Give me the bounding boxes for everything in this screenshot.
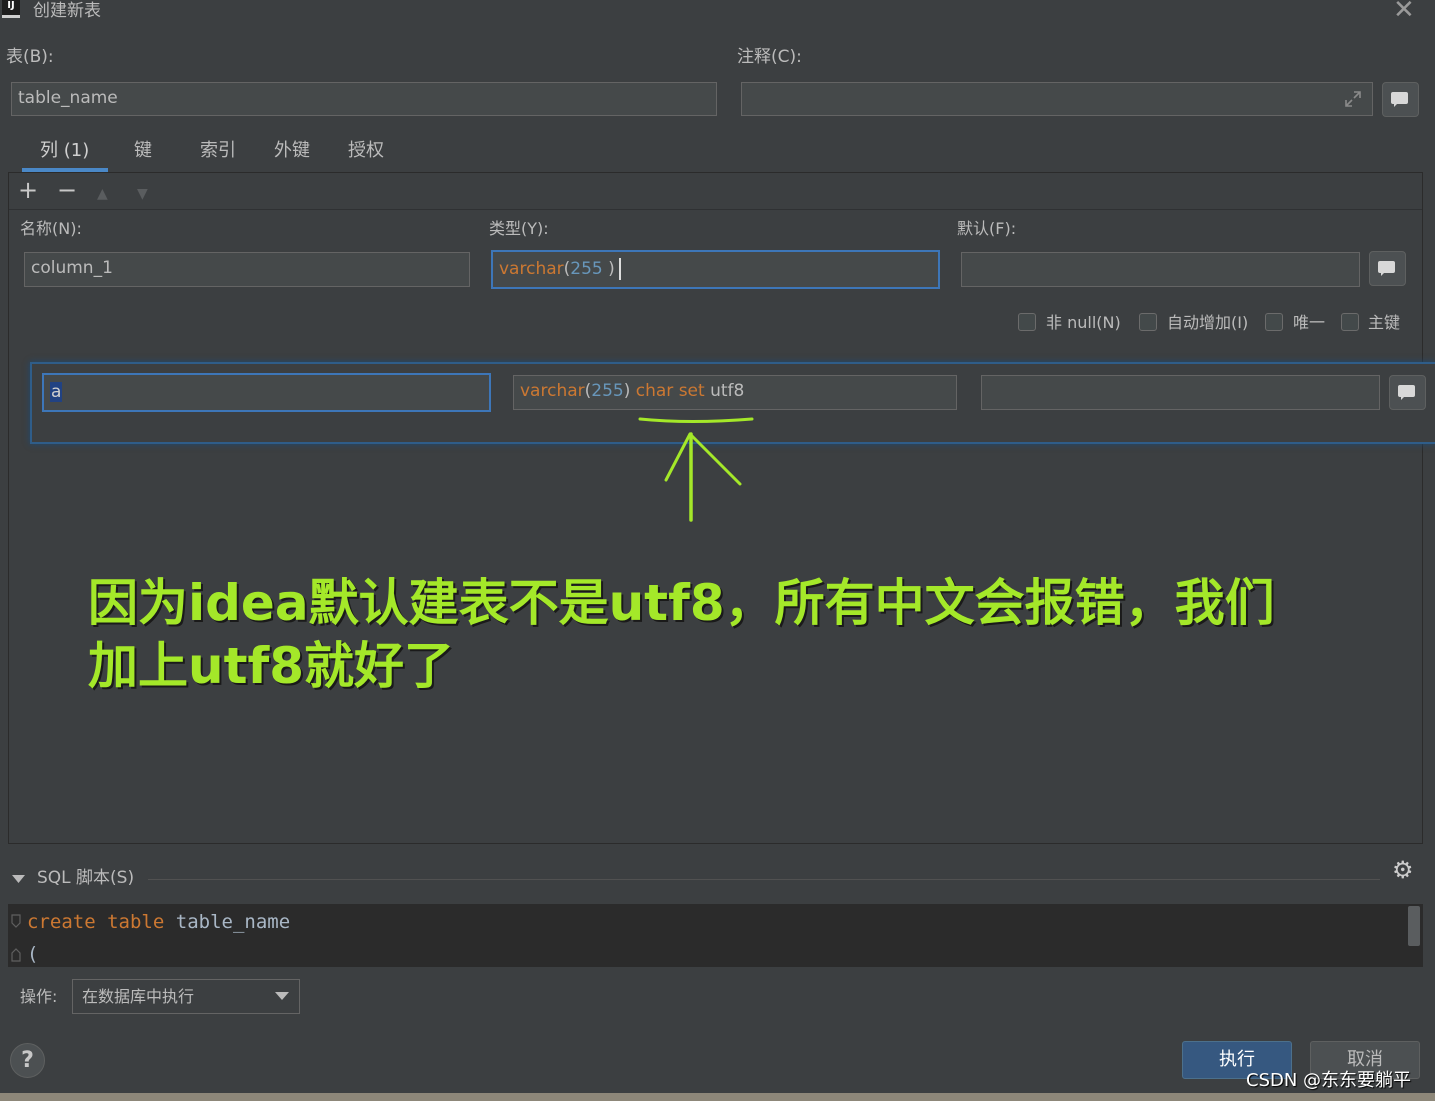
not-null-label: 非 null(N) xyxy=(1046,313,1121,332)
unique-checkbox[interactable] xyxy=(1265,313,1283,331)
intellij-app-icon: IJ xyxy=(2,0,20,18)
annotation-line-2: 加上utf8就好了 xyxy=(88,637,455,695)
collapse-triangle-icon[interactable] xyxy=(12,874,26,884)
text-cursor xyxy=(618,258,621,280)
type-keyword: varchar xyxy=(499,259,564,279)
unique-label: 唯一 xyxy=(1293,313,1326,332)
type-paren-close: ) xyxy=(602,259,615,279)
column-default-label: 默认(F): xyxy=(957,219,1017,238)
column-type-input[interactable]: varchar(255 ) xyxy=(491,250,940,289)
edit-type-length: 255 xyxy=(591,381,624,401)
edit-type-charset-value: utf8 xyxy=(704,381,745,401)
add-icon[interactable]: + xyxy=(18,178,38,202)
edit-row-bubble-button[interactable] xyxy=(1389,375,1426,410)
close-icon[interactable]: ✕ xyxy=(1393,0,1415,24)
fold-marker-icon[interactable] xyxy=(10,913,22,965)
sql-line-1: create table table_name xyxy=(27,911,291,933)
chevron-down-icon[interactable] xyxy=(275,992,289,1000)
help-button[interactable]: ? xyxy=(10,1043,45,1078)
primary-key-label: 主键 xyxy=(1368,313,1401,332)
title-bar xyxy=(0,0,1435,26)
annotation-line-1: 因为idea默认建表不是utf8，所有中文会报错，我们 xyxy=(88,574,1275,632)
tab-grants[interactable]: 授权 xyxy=(348,139,384,163)
edit-row-name-input[interactable]: a xyxy=(42,373,491,412)
type-length: 255 xyxy=(570,259,603,279)
tab-foreign-keys[interactable]: 外键 xyxy=(274,139,310,163)
operation-label: 操作: xyxy=(20,987,58,1006)
expand-icon[interactable] xyxy=(1344,90,1362,108)
tab-keys[interactable]: 键 xyxy=(134,139,152,163)
operation-select[interactable]: 在数据库中执行 xyxy=(72,979,300,1014)
edit-type-charset: char set xyxy=(630,381,705,401)
tab-indexes[interactable]: 索引 xyxy=(200,139,236,163)
column-type-label: 类型(Y): xyxy=(489,219,549,238)
selected-text: a xyxy=(50,382,63,402)
comment-bubble-button[interactable] xyxy=(1382,82,1419,117)
gear-icon[interactable]: ⚙ xyxy=(1392,857,1418,883)
comment-input[interactable] xyxy=(741,82,1373,116)
comment-label: 注释(C): xyxy=(737,47,802,67)
remove-icon[interactable]: − xyxy=(57,178,77,202)
annotation-text: 因为idea默认建表不是utf8，所有中文会报错，我们 加上utf8就好了 xyxy=(88,572,1288,698)
tab-columns[interactable]: 列 (1) xyxy=(40,139,89,163)
window-title: 创建新表 xyxy=(33,1,101,21)
table-name-input[interactable]: table_name xyxy=(11,82,717,116)
sql-script-header[interactable]: SQL 脚本(S) xyxy=(37,866,134,890)
default-bubble-button[interactable] xyxy=(1369,251,1406,286)
desktop-strip xyxy=(0,1093,1435,1101)
toolbar-divider xyxy=(9,209,1422,210)
auto-increment-label: 自动增加(I) xyxy=(1167,313,1249,332)
edit-row-default-input[interactable] xyxy=(981,375,1380,410)
primary-key-checkbox[interactable] xyxy=(1341,313,1359,331)
column-default-input[interactable] xyxy=(961,252,1360,287)
sql-header-divider xyxy=(148,879,1380,880)
edit-type-keyword: varchar xyxy=(520,381,585,401)
csdn-watermark: CSDN @东东要躺平 xyxy=(1246,1070,1412,1091)
auto-increment-checkbox[interactable] xyxy=(1139,313,1157,331)
sql-line-2: ( xyxy=(27,943,39,965)
edit-row-type-input[interactable]: varchar(255) char set utf8 xyxy=(513,375,957,410)
not-null-checkbox[interactable] xyxy=(1018,313,1036,331)
move-up-icon[interactable]: ▲ xyxy=(97,182,108,206)
move-down-icon[interactable]: ▼ xyxy=(137,182,148,206)
sql-editor[interactable]: create table table_name ( xyxy=(8,904,1423,967)
sql-scrollbar[interactable] xyxy=(1408,906,1420,946)
column-name-label: 名称(N): xyxy=(20,219,82,238)
table-name-label: 表(B): xyxy=(6,47,54,67)
column-name-input[interactable]: column_1 xyxy=(24,252,470,287)
annotation-arrow-icon xyxy=(638,417,754,522)
